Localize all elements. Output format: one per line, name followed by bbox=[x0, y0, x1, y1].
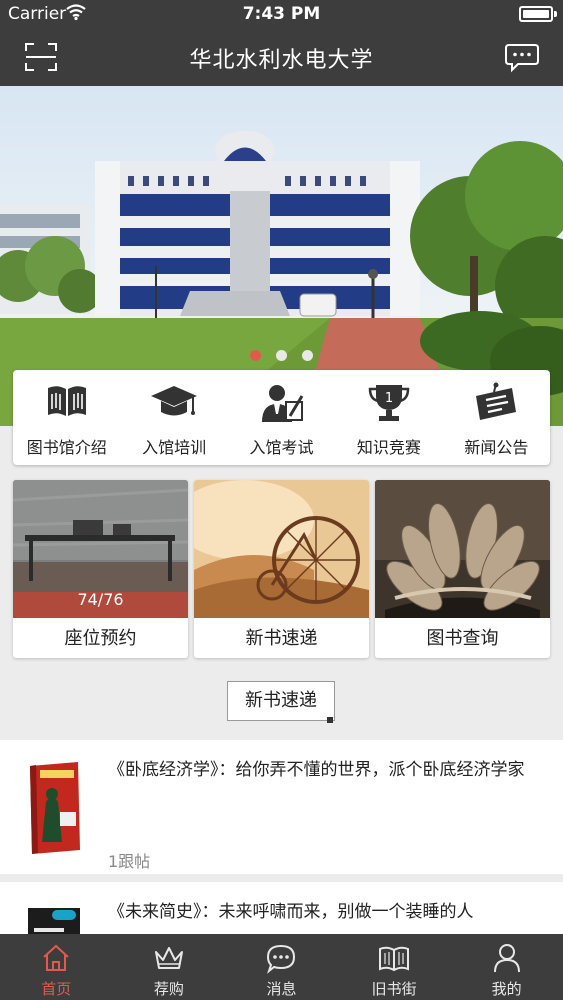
menu-label: 入馆考试 bbox=[249, 438, 314, 457]
card-seat-booking[interactable]: 74/76 座位预约 bbox=[13, 480, 188, 658]
tab-label: 荐购 bbox=[153, 980, 184, 998]
trophy-icon: 1 bbox=[368, 385, 410, 421]
carousel-dot[interactable] bbox=[276, 350, 287, 361]
exam-icon bbox=[261, 385, 303, 422]
menu-library-intro[interactable]: 图书馆介绍 bbox=[13, 370, 120, 465]
home-icon bbox=[43, 944, 69, 971]
card-book-search[interactable]: 图书查询 bbox=[375, 480, 550, 658]
menu-label: 图书馆介绍 bbox=[26, 438, 107, 457]
menu-label: 新闻公告 bbox=[464, 438, 529, 457]
tab-profile[interactable]: 我的 bbox=[450, 934, 563, 1000]
list-item[interactable]: 《卧底经济学》：给你弄不懂的世界，派个卧底经济学家 1跟帖 bbox=[0, 740, 563, 874]
news-list: 《卧底经济学》：给你弄不懂的世界，派个卧底经济学家 1跟帖 《未来简史》：未来呼… bbox=[0, 740, 563, 934]
status-bar: Carrier 7:43 PM bbox=[0, 0, 563, 28]
menu-news[interactable]: 新闻公告 bbox=[443, 370, 550, 465]
svg-text:1: 1 bbox=[385, 391, 393, 406]
book-cover-image bbox=[22, 762, 86, 858]
tab-used-books[interactable]: 旧书街 bbox=[338, 934, 451, 1000]
carousel-dot[interactable] bbox=[249, 350, 261, 361]
bicycle-image bbox=[194, 480, 369, 618]
crown-icon bbox=[154, 947, 183, 969]
page-title: 华北水利水电大学 bbox=[189, 48, 374, 73]
menu-training[interactable]: 入馆培训 bbox=[120, 370, 227, 465]
tab-label: 旧书街 bbox=[371, 980, 417, 998]
tab-messages[interactable]: 消息 bbox=[225, 934, 338, 1000]
book-pages-image bbox=[375, 480, 550, 618]
tab-bar: 首页 荐购 消息 旧书街 我的 bbox=[0, 934, 563, 1000]
battery-icon bbox=[519, 6, 557, 22]
seat-availability: 74/76 bbox=[77, 590, 124, 609]
book-cover-image bbox=[22, 904, 86, 934]
tab-home[interactable]: 首页 bbox=[0, 934, 113, 1000]
menu-quiz[interactable]: 1 知识竞赛 bbox=[335, 370, 442, 465]
news-title: 《未来简史》：未来呼啸而来，别做一个装睡的人 bbox=[108, 902, 474, 922]
news-title: 《卧底经济学》：给你弄不懂的世界，派个卧底经济学家 bbox=[108, 760, 525, 780]
carousel-dots[interactable] bbox=[0, 346, 563, 365]
list-item[interactable]: 《未来简史》：未来呼啸而来，别做一个装睡的人 bbox=[0, 882, 563, 934]
message-icon[interactable] bbox=[503, 40, 541, 74]
tab-recommend[interactable]: 荐购 bbox=[113, 934, 226, 1000]
announcement-icon bbox=[476, 382, 517, 420]
menu-exam[interactable]: 入馆考试 bbox=[228, 370, 335, 465]
reply-count: 1跟帖 bbox=[108, 852, 151, 871]
chat-icon bbox=[267, 944, 296, 974]
carousel-dot[interactable] bbox=[302, 350, 314, 361]
card-new-books[interactable]: 新书速递 bbox=[194, 480, 369, 658]
card-label: 新书速递 bbox=[245, 628, 318, 649]
nav-bar: 华北水利水电大学 bbox=[0, 28, 563, 86]
menu-label: 知识竞赛 bbox=[356, 438, 421, 457]
quick-menu: 图书馆介绍 入馆培训 入馆考试 1 知识竞赛 新闻公告 bbox=[13, 370, 550, 465]
book-icon bbox=[47, 386, 86, 416]
card-label: 图书查询 bbox=[426, 628, 499, 649]
tab-label: 首页 bbox=[41, 980, 72, 998]
feature-cards: 74/76 座位预约 新书速递 图书查询 bbox=[13, 480, 550, 658]
menu-label: 入馆培训 bbox=[142, 438, 207, 457]
tab-label: 我的 bbox=[491, 980, 522, 998]
card-label: 座位预约 bbox=[64, 628, 137, 649]
clock: 7:43 PM bbox=[242, 4, 321, 24]
new-books-section-button[interactable]: 新书速递 bbox=[227, 681, 335, 723]
graduation-cap-icon bbox=[151, 386, 198, 416]
open-book-icon bbox=[379, 946, 410, 972]
tab-label: 消息 bbox=[266, 980, 297, 998]
user-icon bbox=[493, 944, 520, 973]
